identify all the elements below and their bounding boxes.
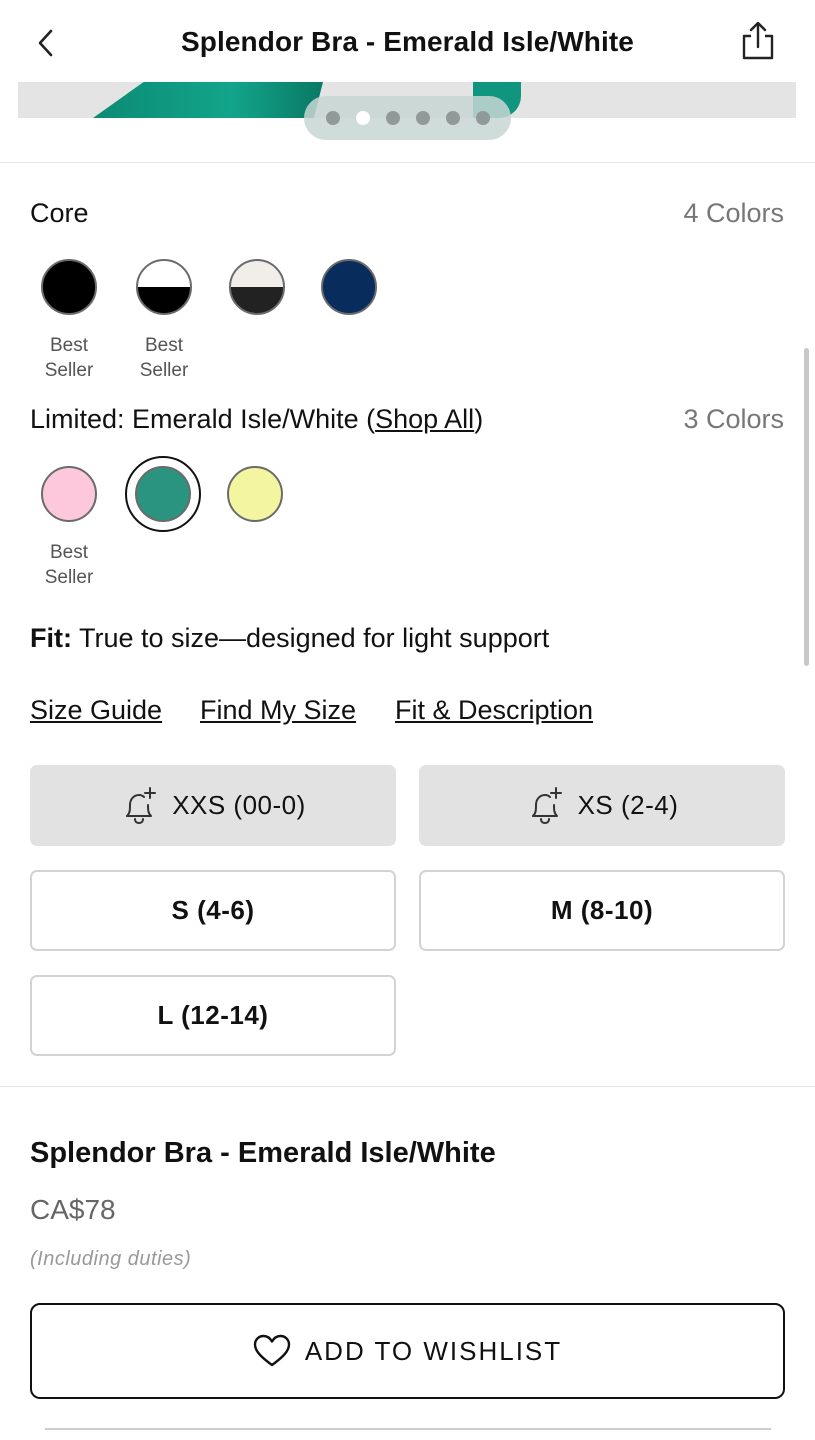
size-label: S (4-6) — [171, 895, 255, 925]
swatch-limited-emerald[interactable] — [135, 466, 191, 522]
size-button-xs[interactable]: XS (2-4) — [419, 765, 785, 846]
core-colors-label: Core — [30, 198, 89, 228]
bell-plus-icon — [531, 786, 562, 824]
caption-line: Seller — [139, 360, 189, 381]
swatch-limited-pink[interactable] — [41, 466, 97, 522]
swatch-limited-yellow[interactable] — [227, 466, 283, 522]
back-button[interactable] — [30, 26, 60, 60]
gallery-pagination — [304, 96, 511, 140]
size-button-s[interactable]: S (4-6) — [30, 870, 396, 951]
limited-label-prefix: Limited: Emerald Isle/White ( — [30, 404, 376, 434]
page-title: Splendor Bra - Emerald Isle/White — [181, 26, 634, 57]
caption-line: Best — [144, 335, 184, 356]
gallery-dot[interactable] — [415, 111, 430, 125]
gallery-dot[interactable] — [325, 111, 340, 125]
limited-colors-count: 3 Colors — [683, 404, 784, 434]
shop-all-link[interactable]: Shop All — [375, 404, 474, 434]
size-label: L (12-14) — [157, 1000, 269, 1030]
product-name: Splendor Bra - Emerald Isle/White — [30, 1137, 496, 1169]
size-label: XS (2-4) — [577, 790, 679, 820]
caption-line: Seller — [44, 360, 94, 381]
top-header: Splendor Bra - Emerald Isle/White — [0, 0, 815, 82]
heart-icon — [253, 1334, 291, 1367]
duties-note: (Including duties) — [30, 1248, 192, 1270]
share-button[interactable] — [739, 20, 777, 62]
swatch-core-white-black[interactable] — [136, 259, 192, 315]
size-button-l[interactable]: L (12-14) — [30, 975, 396, 1056]
find-my-size-link[interactable]: Find My Size — [200, 693, 356, 727]
gallery-dot-active[interactable] — [355, 111, 370, 125]
fit-info: Fit: True to size—designed for light sup… — [30, 621, 549, 655]
gallery-dot[interactable] — [385, 111, 400, 125]
limited-label-suffix: ) — [474, 404, 484, 434]
product-image — [93, 82, 323, 118]
bell-plus-icon — [126, 786, 157, 824]
fit-text: True to size—designed for light support — [71, 623, 550, 653]
product-price: CA$78 — [30, 1194, 116, 1225]
divider — [0, 162, 815, 163]
limited-colors-label: Limited: Emerald Isle/White (Shop All) — [30, 402, 483, 436]
caption-line: Best — [49, 335, 89, 356]
core-colors-count: 4 Colors — [683, 198, 784, 228]
share-icon — [742, 21, 774, 60]
wishlist-label: ADD TO WISHLIST — [304, 1335, 563, 1366]
swatch-core-ivory-black[interactable] — [229, 259, 285, 315]
best-seller-caption: Best Seller — [119, 333, 209, 383]
size-label: M (8-10) — [550, 895, 654, 925]
swatch-core-black[interactable] — [41, 259, 97, 315]
best-seller-caption: Best Seller — [24, 540, 114, 590]
best-seller-caption: Best Seller — [24, 333, 114, 383]
fit-description-link[interactable]: Fit & Description — [395, 693, 593, 727]
divider — [0, 1086, 815, 1087]
add-to-wishlist-button[interactable]: ADD TO WISHLIST — [30, 1303, 785, 1399]
scrollbar[interactable] — [804, 348, 809, 666]
gallery-dot[interactable] — [445, 111, 460, 125]
chevron-left-icon — [38, 29, 53, 57]
size-button-m[interactable]: M (8-10) — [419, 870, 785, 951]
gallery-dot[interactable] — [475, 111, 490, 125]
size-label: XXS (00-0) — [172, 790, 306, 820]
swatch-core-navy[interactable] — [321, 259, 377, 315]
caption-line: Seller — [44, 567, 94, 588]
caption-line: Best — [49, 542, 89, 563]
size-button-xxs[interactable]: XXS (00-0) — [30, 765, 396, 846]
size-guide-link[interactable]: Size Guide — [30, 693, 162, 727]
divider — [45, 1428, 771, 1430]
fit-label: Fit: — [30, 623, 72, 653]
